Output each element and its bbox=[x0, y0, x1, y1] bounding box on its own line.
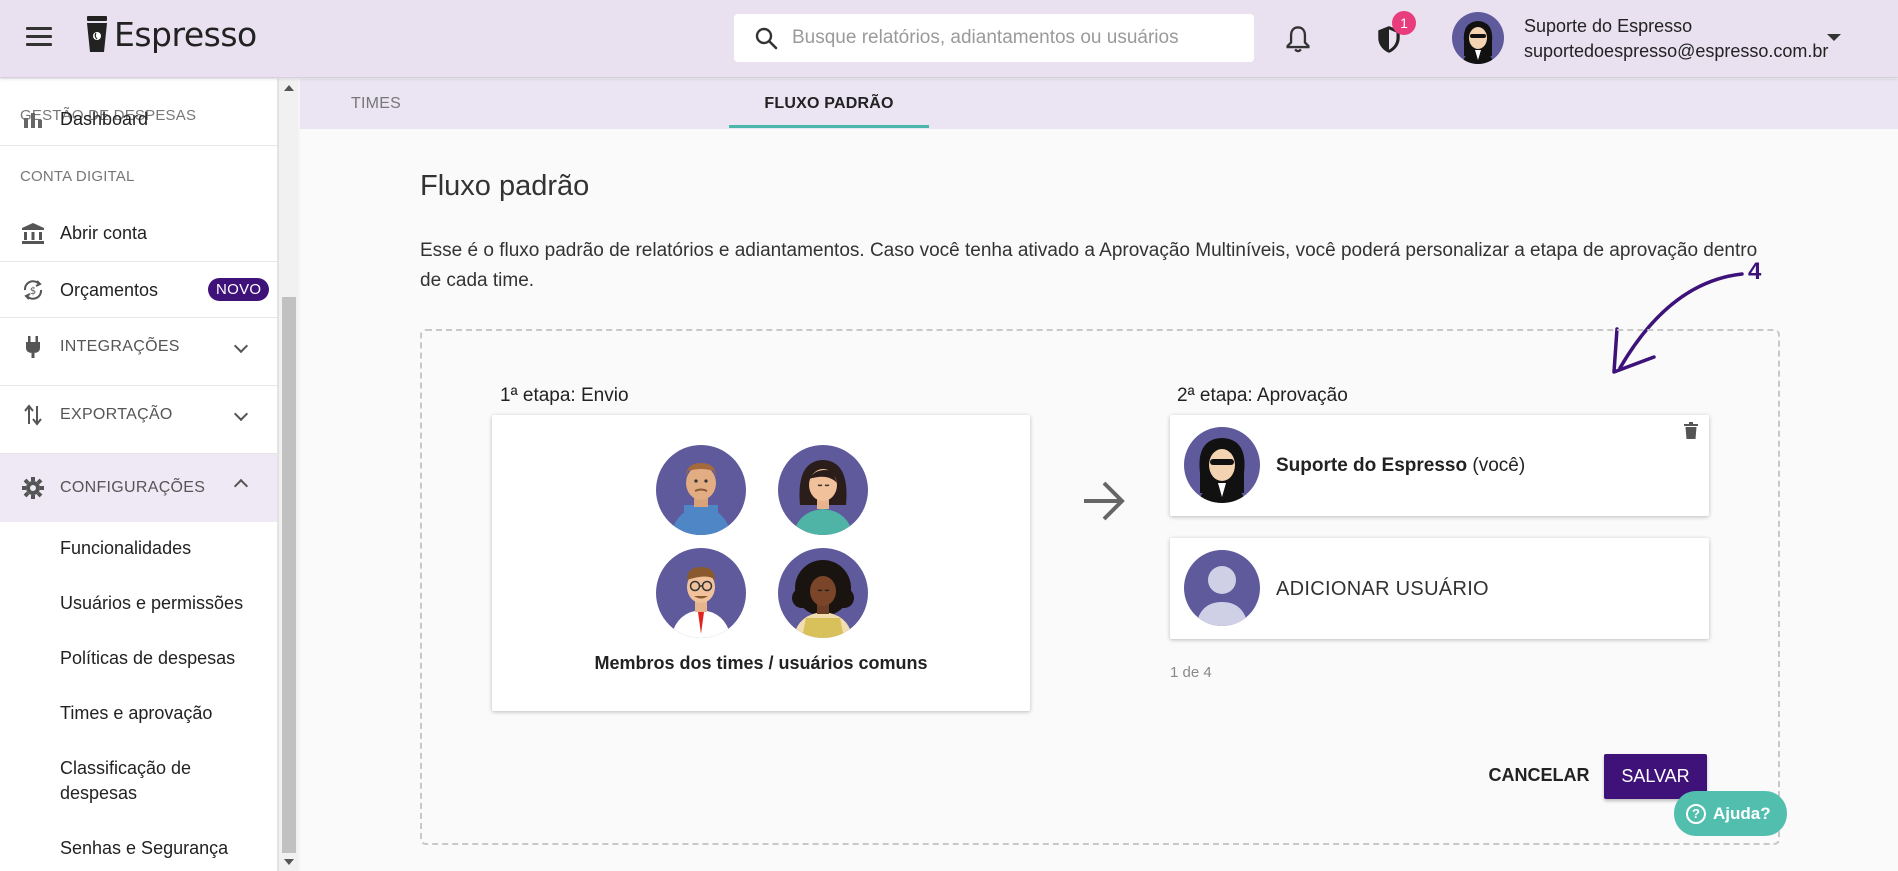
member-avatar bbox=[656, 445, 746, 535]
tab-fluxo-padrao[interactable]: FLUXO PADRÃO bbox=[729, 79, 929, 129]
hamburger-menu-icon[interactable] bbox=[26, 27, 52, 49]
sidebar-item-integracoes[interactable]: INTEGRAÇÕES bbox=[0, 319, 277, 375]
approver-card: Suporte do Espresso (você) bbox=[1170, 415, 1709, 516]
pagination-text: 1 de 4 bbox=[1170, 664, 1212, 681]
placeholder-avatar bbox=[1184, 550, 1260, 626]
active-tab-indicator bbox=[729, 125, 929, 128]
user-info[interactable]: Suporte do Espresso suportedoespresso@es… bbox=[1524, 14, 1828, 64]
member-avatar bbox=[778, 445, 868, 535]
user-menu-caret-icon[interactable] bbox=[1827, 34, 1841, 41]
step2-label: 2ª etapa: Aprovação bbox=[1177, 385, 1348, 406]
currency-sync-icon: $ bbox=[20, 277, 46, 303]
sidebar-item-label: Orçamentos bbox=[60, 279, 159, 300]
sidebar-subitem-classificacao[interactable]: Classificação de despesas bbox=[60, 756, 220, 806]
bar-chart-icon bbox=[20, 106, 46, 132]
user-avatar[interactable] bbox=[1452, 12, 1504, 64]
notification-bell-icon[interactable] bbox=[1284, 24, 1312, 54]
sidebar-item-label: CONFIGURAÇÕES bbox=[60, 479, 206, 496]
chevron-up-icon bbox=[233, 478, 249, 494]
search-bar[interactable] bbox=[734, 14, 1254, 62]
search-input[interactable] bbox=[792, 27, 1232, 49]
step1-label: 1ª etapa: Envio bbox=[500, 385, 629, 406]
sidebar-subitem-senhas[interactable]: Senhas e Segurança bbox=[60, 836, 228, 861]
sidebar-divider bbox=[0, 145, 277, 146]
coffee-cup-icon bbox=[87, 16, 107, 52]
new-badge: NOVO bbox=[208, 278, 270, 301]
approver-suffix: (você) bbox=[1472, 455, 1526, 476]
sidebar: GESTÃO DE DESPESAS Dashboard CONTA DIGIT… bbox=[0, 79, 278, 871]
arrow-right-icon bbox=[1084, 481, 1125, 521]
sidebar-item-label: Dashboard bbox=[60, 108, 149, 129]
top-header: Espresso 1 Suporte do Espresso suportedo… bbox=[0, 0, 1898, 78]
member-avatar bbox=[656, 548, 746, 638]
approver-name: Suporte do Espresso bbox=[1276, 455, 1468, 476]
app-logo[interactable]: Espresso bbox=[84, 14, 257, 54]
notification-badge: 1 bbox=[1392, 11, 1416, 35]
add-user-card[interactable]: ADICIONAR USUÁRIO bbox=[1170, 538, 1709, 639]
sidebar-item-abrir-conta[interactable]: Abrir conta bbox=[0, 205, 277, 261]
cancel-button[interactable]: CANCELAR bbox=[1484, 753, 1594, 797]
question-icon: ? bbox=[1686, 803, 1706, 824]
page-title: Fluxo padrão bbox=[420, 170, 590, 202]
sidebar-item-exportacao[interactable]: EXPORTAÇÃO bbox=[0, 387, 277, 443]
help-button[interactable]: ? Ajuda? bbox=[1674, 791, 1787, 836]
svg-text:$: $ bbox=[30, 286, 36, 297]
add-user-label: ADICIONAR USUÁRIO bbox=[1276, 578, 1489, 600]
sidebar-item-label: EXPORTAÇÃO bbox=[60, 406, 173, 423]
search-icon bbox=[755, 27, 778, 50]
member-avatar bbox=[778, 548, 868, 638]
chevron-down-icon bbox=[233, 406, 249, 422]
sidebar-divider bbox=[0, 317, 277, 318]
user-email: suportedoespresso@espresso.com.br bbox=[1524, 41, 1829, 61]
sidebar-item-dashboard[interactable]: Dashboard bbox=[0, 91, 277, 147]
sidebar-subitem-usuarios[interactable]: Usuários e permissões bbox=[60, 591, 243, 616]
approver-name-text: Suporte do Espresso (você) bbox=[1276, 455, 1525, 477]
sidebar-item-label: Abrir conta bbox=[60, 222, 148, 243]
sidebar-item-orcamentos[interactable]: $ Orçamentos NOVO bbox=[0, 262, 277, 318]
sort-arrows-icon bbox=[20, 402, 46, 428]
scroll-up-arrow-icon[interactable] bbox=[284, 85, 294, 91]
sidebar-divider bbox=[0, 385, 277, 386]
sidebar-item-configuracoes[interactable]: CONFIGURAÇÕES bbox=[0, 454, 277, 522]
sidebar-subitem-times[interactable]: Times e aprovação bbox=[60, 701, 212, 726]
scroll-thumb[interactable] bbox=[282, 297, 296, 853]
brand-name: Espresso bbox=[114, 14, 257, 54]
scroll-down-arrow-icon[interactable] bbox=[284, 859, 294, 865]
sidebar-section-conta: CONTA DIGITAL bbox=[20, 168, 135, 185]
help-label: Ajuda? bbox=[1713, 803, 1771, 823]
user-name: Suporte do Espresso bbox=[1524, 16, 1693, 36]
sidebar-subitem-politicas[interactable]: Políticas de despesas bbox=[60, 646, 235, 671]
chevron-down-icon bbox=[233, 338, 249, 354]
sidebar-subitem-funcionalidades[interactable]: Funcionalidades bbox=[60, 536, 191, 561]
bank-icon bbox=[20, 220, 46, 246]
gear-icon bbox=[20, 475, 46, 501]
annotation-number: 4 bbox=[1748, 258, 1762, 285]
tab-bar: TIMES FLUXO PADRÃO bbox=[300, 79, 1898, 129]
sidebar-item-label: INTEGRAÇÕES bbox=[60, 338, 180, 355]
tab-times[interactable]: TIMES bbox=[326, 79, 426, 129]
sidebar-scrollbar[interactable] bbox=[278, 79, 298, 871]
plug-icon bbox=[20, 334, 46, 360]
trash-icon[interactable] bbox=[1684, 422, 1698, 439]
approver-avatar bbox=[1184, 427, 1260, 503]
step1-card: Membros dos times / usuários comuns bbox=[492, 415, 1030, 711]
members-label: Membros dos times / usuários comuns bbox=[594, 653, 928, 673]
